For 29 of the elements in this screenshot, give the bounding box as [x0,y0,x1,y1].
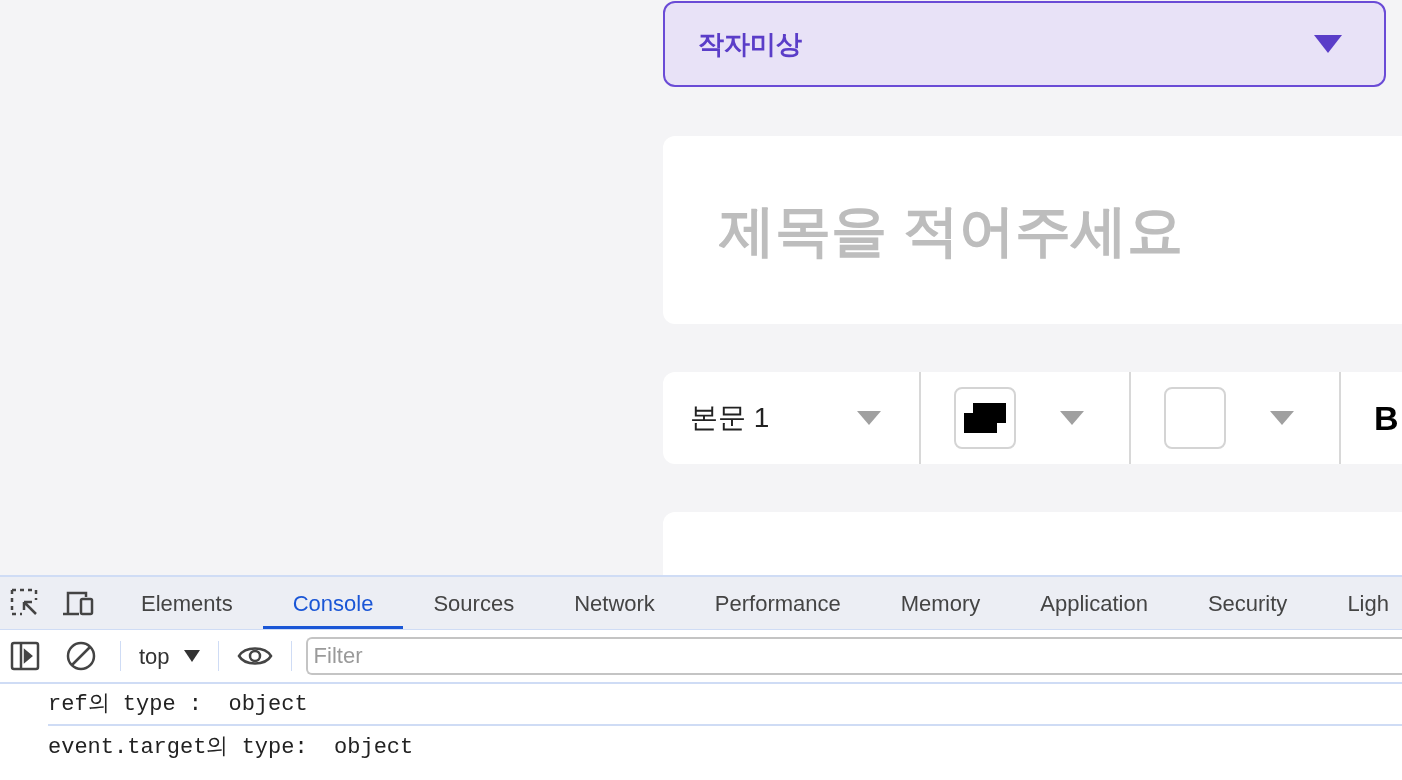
device-toolbar-icon[interactable] [62,589,94,617]
devtools-tab[interactable]: Network [544,577,685,629]
devtools-tab[interactable]: Security [1177,577,1318,629]
filter-field[interactable]: Filter [305,637,1402,675]
console-message: ref의 type : object [48,690,308,719]
text-style-select[interactable]: 본문 1 [663,372,921,464]
caret-icon [183,650,200,662]
author-select[interactable]: 작자미상 [663,1,1386,87]
caret-icon [1060,411,1084,425]
sidebar-toggle-icon[interactable] [10,641,40,671]
caret-icon [857,411,881,425]
devtools-tab[interactable]: Memory [870,577,1011,629]
eye-icon[interactable] [236,644,273,668]
context-select[interactable]: top [121,639,218,673]
devtools-tab[interactable]: Performance [684,577,871,629]
devtools-tab[interactable]: Ligh [1317,577,1402,629]
devtools-tab[interactable]: Console [262,577,404,629]
title-field[interactable]: 제목을 적어주세요 [663,136,1402,324]
clear-console-icon[interactable] [66,641,96,671]
devtools-tab[interactable]: Application [1010,577,1178,629]
caret-icon [1270,411,1294,425]
devtools-tab[interactable]: Sources [403,577,545,629]
text-color-icon [964,403,1006,433]
caret-icon [1314,35,1342,53]
bold-button[interactable]: B [1374,392,1399,444]
console-message: event.target의 type: object [48,733,414,762]
background-color-swatch [1164,387,1226,449]
inspect-icon[interactable] [10,588,40,618]
devtools-tab[interactable]: Elements [111,577,263,629]
